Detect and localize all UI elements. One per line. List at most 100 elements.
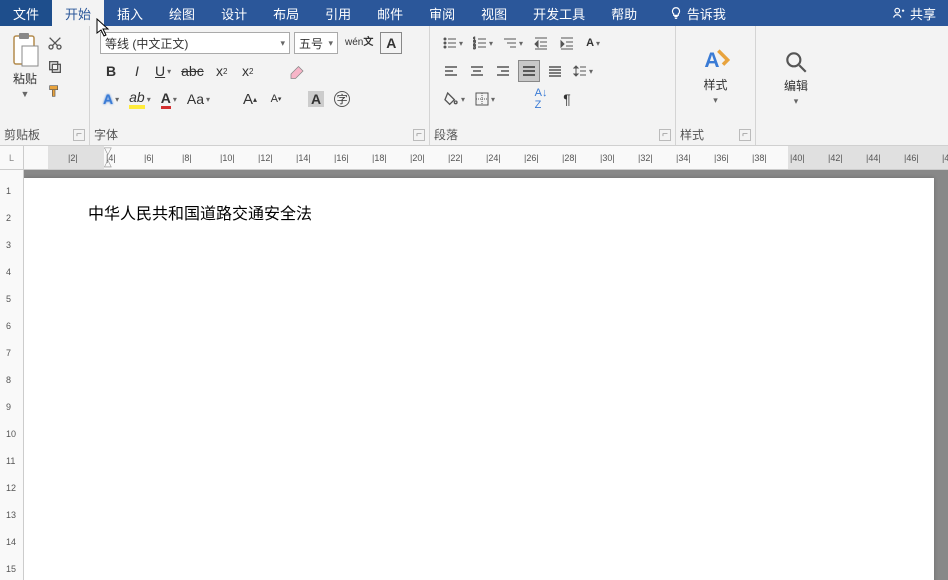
group-editing: 编辑 ▾ [756, 26, 836, 145]
styles-launcher[interactable]: ⌐ [739, 129, 751, 141]
ruler-tick: |8| [182, 153, 192, 163]
styles-button[interactable]: A 样式 ▾ [690, 28, 742, 124]
page[interactable]: 中华人民共和国道路交通安全法 [24, 178, 934, 580]
grow-font-button[interactable]: A▴ [239, 88, 261, 110]
align-left-button[interactable] [440, 60, 462, 82]
bold-button[interactable]: B [100, 60, 122, 82]
numbering-button[interactable]: 123▾ [470, 32, 496, 54]
distributed-button[interactable] [544, 60, 566, 82]
tab-review[interactable]: 审阅 [416, 0, 468, 26]
format-painter-button[interactable] [46, 82, 64, 100]
tab-mail[interactable]: 邮件 [364, 0, 416, 26]
share-button[interactable]: 共享 [880, 4, 948, 23]
ribbon: 粘贴 ▼ 剪贴板⌐ 等线 (中文正文)▾ 五号▾ wén文 A B I U▾ [0, 26, 948, 146]
vruler-tick: 1 [6, 186, 11, 196]
character-border-button[interactable]: A [380, 32, 402, 54]
svg-text:3: 3 [473, 45, 476, 50]
ruler-tick: |30| [600, 153, 615, 163]
show-marks-button[interactable]: ¶ [556, 88, 578, 110]
tab-file[interactable]: 文件 [0, 0, 52, 26]
share-icon [892, 6, 906, 20]
ruler-tick: |26| [524, 153, 539, 163]
strikethrough-button[interactable]: abc [178, 60, 207, 82]
horizontal-ruler[interactable]: L ▽ △ |2||4||6||8||10||12||14||16||18||2… [0, 146, 948, 170]
ruler-tick: |4| [106, 153, 116, 163]
enclose-characters-button[interactable]: 字 [331, 88, 353, 110]
paragraph-launcher[interactable]: ⌐ [659, 129, 671, 141]
distributed-icon [548, 64, 562, 78]
align-justify-icon [522, 64, 536, 78]
highlight-button[interactable]: ab▾ [126, 88, 154, 110]
change-case-button[interactable]: Aa▾ [184, 88, 213, 110]
sort-button[interactable]: A↓Z [530, 88, 552, 110]
paste-button[interactable]: 粘贴 ▼ [10, 32, 40, 99]
tab-help[interactable]: 帮助 [598, 0, 650, 26]
vruler-tick: 9 [6, 402, 11, 412]
clipboard-launcher[interactable]: ⌐ [73, 129, 85, 141]
editing-button[interactable]: 编辑 ▾ [771, 28, 821, 127]
tab-insert[interactable]: 插入 [104, 0, 156, 26]
tab-draw[interactable]: 绘图 [156, 0, 208, 26]
styles-group-label: 样式 [680, 126, 704, 143]
ruler-corner: L [0, 146, 24, 169]
ruler-tick: |48 [942, 153, 948, 163]
clipboard-label: 剪贴板 [4, 126, 40, 143]
paragraph-label: 段落 [434, 126, 458, 143]
asian-layout-button[interactable]: A▾ [582, 32, 604, 54]
font-launcher[interactable]: ⌐ [413, 129, 425, 141]
font-size-select[interactable]: 五号 ▾ [294, 32, 338, 54]
text-effects-button[interactable]: A▾ [100, 88, 122, 110]
line-spacing-button[interactable]: ▾ [570, 60, 596, 82]
shading-button[interactable]: ▾ [440, 88, 468, 110]
subscript-button[interactable]: x2 [211, 60, 233, 82]
svg-text:A: A [704, 49, 719, 72]
align-justify-button[interactable] [518, 60, 540, 82]
multilevel-list-button[interactable]: ▾ [500, 32, 526, 54]
font-size-value: 五号 [299, 35, 323, 52]
editing-btn-label: 编辑 [784, 77, 808, 94]
document-text[interactable]: 中华人民共和国道路交通安全法 [88, 200, 312, 224]
character-shading-button[interactable]: A [305, 88, 327, 110]
multilevel-icon [503, 36, 517, 50]
styles-icon: A [702, 46, 730, 74]
ruler-tick: |36| [714, 153, 729, 163]
font-color-button[interactable]: A▾ [158, 88, 180, 110]
increase-indent-button[interactable] [556, 32, 578, 54]
underline-button[interactable]: U▾ [152, 60, 174, 82]
group-paragraph: ▾ 123▾ ▾ A▾ ▾ ▾ ▾ A↓Z ¶ [430, 26, 676, 145]
font-family-select[interactable]: 等线 (中文正文)▾ [100, 32, 290, 54]
ruler-tick: |14| [296, 153, 311, 163]
line-spacing-icon [573, 64, 587, 78]
tab-home[interactable]: 开始 [52, 0, 104, 26]
paint-bucket-icon [443, 91, 459, 107]
copy-icon [47, 59, 63, 75]
vruler-tick: 2 [6, 213, 11, 223]
copy-button[interactable] [46, 58, 64, 76]
phonetic-guide-button[interactable]: wén文 [342, 32, 376, 54]
borders-button[interactable]: ▾ [472, 88, 498, 110]
tab-developer[interactable]: 开发工具 [520, 0, 598, 26]
italic-button[interactable]: I [126, 60, 148, 82]
shrink-font-button[interactable]: A▾ [265, 88, 287, 110]
decrease-indent-button[interactable] [530, 32, 552, 54]
clear-formatting-button[interactable] [285, 60, 309, 82]
tab-layout[interactable]: 布局 [260, 0, 312, 26]
align-center-icon [470, 64, 484, 78]
align-center-button[interactable] [466, 60, 488, 82]
align-right-button[interactable] [492, 60, 514, 82]
vertical-ruler[interactable]: 123456789101112131415 [0, 170, 24, 580]
tab-view[interactable]: 视图 [468, 0, 520, 26]
vruler-tick: 8 [6, 375, 11, 385]
chevron-down-icon: ▾ [328, 38, 333, 49]
font-family-value: 等线 (中文正文) [105, 35, 188, 52]
borders-icon [475, 92, 489, 106]
ruler-tick: |24| [486, 153, 501, 163]
superscript-button[interactable]: x2 [237, 60, 259, 82]
tab-references[interactable]: 引用 [312, 0, 364, 26]
ruler-tick: |34| [676, 153, 691, 163]
tell-me[interactable]: 告诉我 [656, 0, 739, 26]
cut-button[interactable] [46, 34, 64, 52]
lightbulb-icon [669, 6, 683, 20]
bullets-button[interactable]: ▾ [440, 32, 466, 54]
tab-design[interactable]: 设计 [208, 0, 260, 26]
